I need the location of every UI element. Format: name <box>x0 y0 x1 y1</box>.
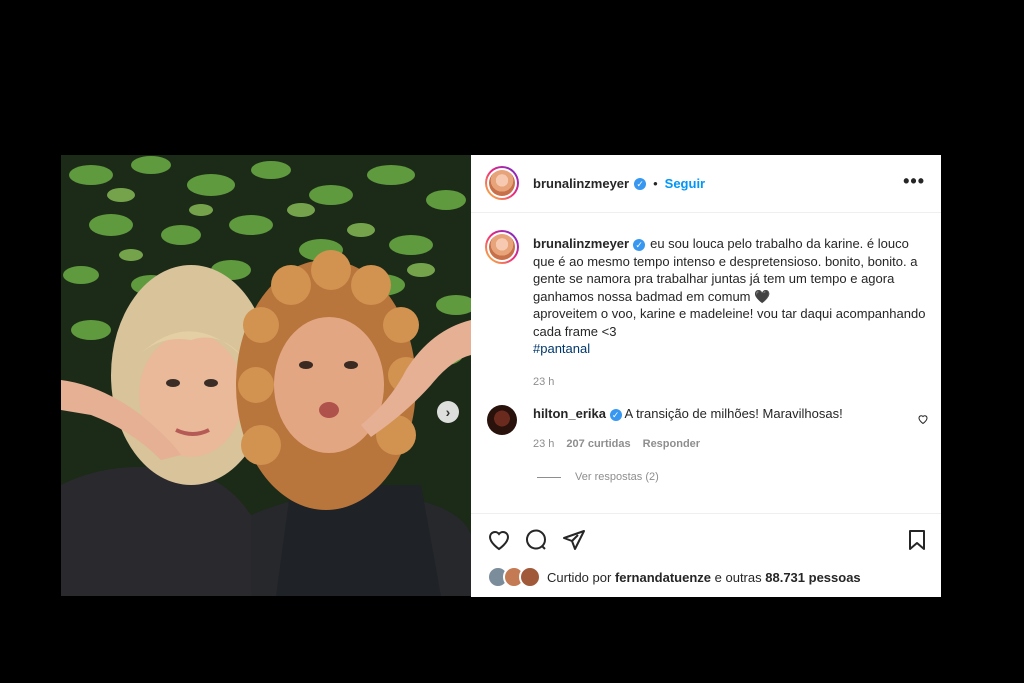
commenter-avatar[interactable] <box>487 405 517 435</box>
reply-button[interactable]: Responder <box>643 438 700 450</box>
view-replies[interactable]: Ver respostas (2) <box>537 471 659 483</box>
photo-image <box>61 155 471 596</box>
comment-time[interactable]: 23 h <box>533 438 554 450</box>
author-username[interactable]: brunalinzmeyer <box>533 176 629 191</box>
likes-count[interactable]: 88.731 pessoas <box>765 570 860 585</box>
share-icon[interactable] <box>562 528 586 552</box>
commenter-username[interactable]: hilton_erika <box>533 406 606 421</box>
separator: • <box>653 176 658 191</box>
verified-icon: ✓ <box>609 408 622 421</box>
follow-button[interactable]: Seguir <box>665 176 705 191</box>
caption-avatar[interactable] <box>485 230 519 264</box>
view-replies-label[interactable]: Ver respostas (2) <box>575 471 659 483</box>
hashtag-link[interactable]: #pantanal <box>533 341 590 356</box>
verified-icon: ✓ <box>634 177 647 190</box>
caption: brunalinzmeyer ✓ eu sou louca pelo trabalh… <box>533 235 931 391</box>
comment: hilton_erika ✓ A transição de milhões! M… <box>533 405 913 423</box>
likes-summary: Curtido por fernandatuenze e outras 88.7… <box>487 566 861 588</box>
comment-meta: 23 h 207 curtidas Responder <box>533 438 700 450</box>
next-image-button[interactable]: › <box>437 401 459 423</box>
comment-icon[interactable] <box>524 528 548 552</box>
heart-icon[interactable] <box>487 528 511 552</box>
caption-text-2: aproveitem o voo, karine e madeleine! vo… <box>533 306 926 339</box>
comment-like-icon[interactable] <box>917 413 929 425</box>
comment-text: A transição de milhões! Maravilhosas! <box>624 406 843 421</box>
action-bar: Curtido por fernandatuenze e outras 88.7… <box>471 513 941 597</box>
author-avatar[interactable] <box>485 166 519 200</box>
likes-suffix: e outras <box>714 569 762 585</box>
post-header: brunalinzmeyer ✓ • Seguir ••• <box>471 155 941 213</box>
more-icon[interactable]: ••• <box>903 171 925 192</box>
post-panel: brunalinzmeyer ✓ • Seguir ••• brunalinzm… <box>471 155 941 597</box>
comment-likes[interactable]: 207 curtidas <box>566 438 630 450</box>
caption-username[interactable]: brunalinzmeyer <box>533 236 629 251</box>
verified-icon: ✓ <box>633 238 646 251</box>
caption-time[interactable]: 23 h <box>533 376 554 388</box>
bookmark-icon[interactable] <box>905 528 929 552</box>
chevron-right-icon: › <box>445 404 451 420</box>
post-photo[interactable]: › <box>61 155 471 596</box>
likes-prefix: Curtido por <box>547 569 612 585</box>
liker-username[interactable]: fernandatuenze <box>615 570 711 585</box>
liker-avatar[interactable] <box>519 566 541 588</box>
